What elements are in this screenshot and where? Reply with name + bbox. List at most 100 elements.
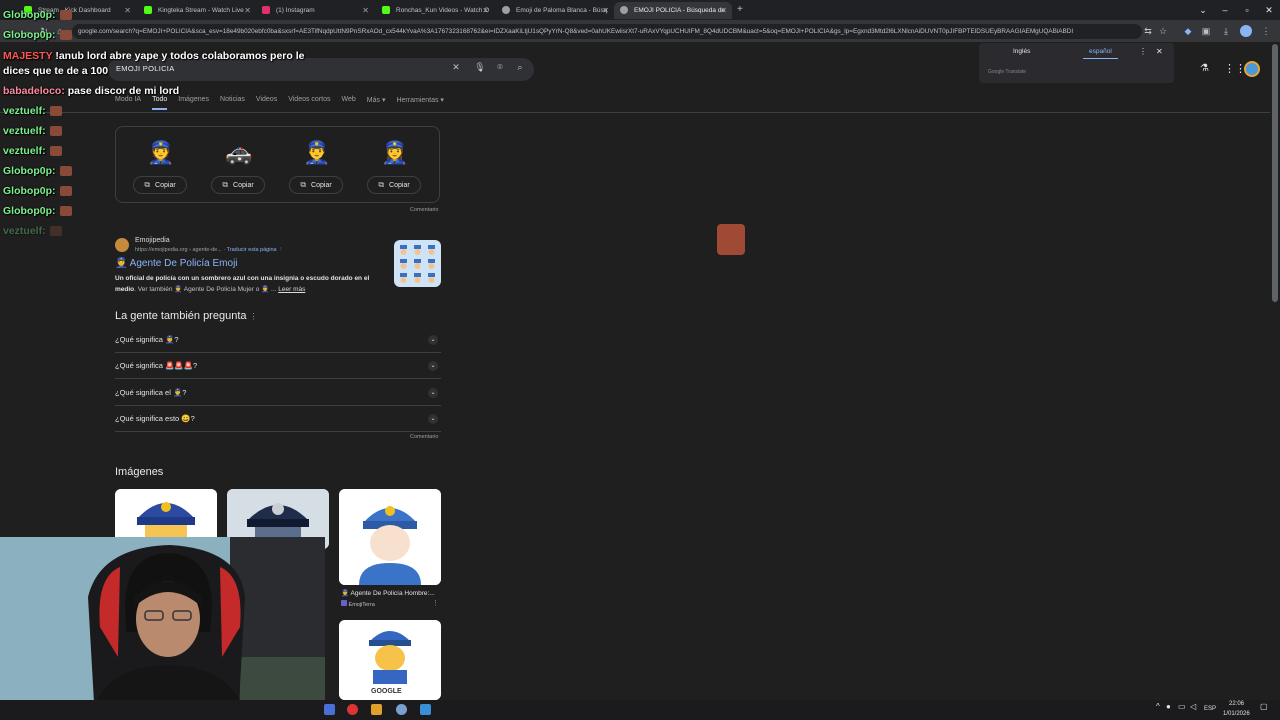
taskbar-app-icon[interactable] bbox=[324, 704, 335, 715]
chevron-down-icon[interactable]: ⌄ bbox=[428, 388, 438, 398]
maximize-icon[interactable]: ▫ bbox=[1236, 0, 1258, 20]
image-caption[interactable]: 👮 Agente De Policía Hombre:... bbox=[341, 589, 435, 597]
chat-user: Globop0p: bbox=[3, 165, 56, 177]
labs-flask-icon[interactable]: ⚗ bbox=[1200, 63, 1209, 74]
downloads-icon[interactable]: ⤓ bbox=[1220, 25, 1232, 37]
paa-question-text: ¿Qué significa el 👮‍♂️? bbox=[115, 388, 187, 397]
copy-button[interactable]: ⧉ Copiar bbox=[133, 176, 187, 194]
feedback-link[interactable]: Comentario bbox=[410, 434, 438, 440]
search-query[interactable]: EMOJI POLICIA bbox=[116, 64, 175, 73]
extension-icon[interactable]: ◆ bbox=[1182, 25, 1194, 37]
translate-page-link[interactable]: Traducir esta página bbox=[227, 247, 277, 253]
copy-button[interactable]: ⧉ Copiar bbox=[289, 176, 343, 194]
tab-images[interactable]: Imágenes bbox=[178, 96, 209, 110]
browser-tab[interactable]: (1) Instagram ✕ bbox=[256, 2, 374, 19]
microphone-icon[interactable]: 🎙 bbox=[474, 62, 486, 76]
bookmark-star-icon[interactable]: ☆ bbox=[1157, 25, 1169, 37]
volume-icon[interactable]: ◁ bbox=[1190, 702, 1196, 711]
clock-time[interactable]: 22:06 bbox=[1229, 701, 1244, 707]
copy-button[interactable]: ⧉ Copiar bbox=[367, 176, 421, 194]
image-result[interactable]: GOOGLE bbox=[339, 620, 441, 700]
paa-question[interactable]: ¿Qué significa 👮? ⌄ bbox=[115, 327, 441, 353]
account-avatar[interactable] bbox=[1244, 61, 1260, 77]
copy-button[interactable]: ⧉ Copiar bbox=[211, 176, 265, 194]
tab-short-videos[interactable]: Videos cortos bbox=[288, 96, 330, 110]
paa-question[interactable]: ¿Qué significa 🚨🚨🚨? ⌄ bbox=[115, 353, 441, 379]
tab-videos[interactable]: Videos bbox=[256, 96, 277, 110]
copy-label: Copiar bbox=[233, 181, 254, 189]
feedback-link[interactable]: Comentario bbox=[410, 207, 438, 213]
browser-tab[interactable]: Ronchas_Kun Videos - Watch O ✕ bbox=[376, 2, 494, 19]
image-result[interactable] bbox=[339, 489, 441, 585]
browser-tab[interactable]: Emoji de Paloma Blanca - Búsq ✕ bbox=[496, 2, 614, 19]
menu-icon[interactable]: ⋮ bbox=[1260, 25, 1272, 37]
result-site-name[interactable]: Emojipedia bbox=[135, 237, 170, 244]
taskbar-folder-icon[interactable] bbox=[371, 704, 382, 715]
emoji-police-man: 👮‍♂️ bbox=[303, 140, 331, 165]
translate-source-lang[interactable]: Inglés bbox=[1013, 48, 1030, 55]
tab-ai-mode[interactable]: Modo IA bbox=[115, 96, 141, 110]
translate-icon[interactable]: ⇆ bbox=[1142, 25, 1154, 37]
tab-web[interactable]: Web bbox=[342, 96, 356, 110]
emote-icon bbox=[59, 206, 72, 217]
more-options-icon[interactable]: ⋮ bbox=[1139, 47, 1147, 56]
address-bar[interactable]: google.com/search?q=EMOJI+POLICIA&sca_es… bbox=[72, 24, 1142, 39]
chevron-down-icon[interactable]: ⌄ bbox=[428, 361, 438, 371]
microphone-tray-icon[interactable]: ● bbox=[1166, 702, 1171, 711]
taskbar-app-icon[interactable] bbox=[347, 704, 358, 715]
taskbar-app-icon[interactable] bbox=[396, 704, 407, 715]
close-tab-icon[interactable]: ✕ bbox=[482, 2, 489, 19]
profile-avatar[interactable] bbox=[1240, 25, 1252, 37]
chat-message: veztuelf: bbox=[3, 145, 62, 157]
tab-tools[interactable]: Herramientas ▾ bbox=[396, 96, 443, 110]
lens-camera-icon[interactable]: ⌾ bbox=[494, 62, 506, 76]
result-title-link[interactable]: 👮 Agente De Policía Emoji bbox=[115, 258, 238, 269]
browser-tab[interactable]: Kingteka Stream - Watch Live ✕ bbox=[138, 2, 256, 19]
tab-more[interactable]: Más ▾ bbox=[367, 96, 386, 110]
tab-all[interactable]: Todo bbox=[152, 96, 168, 110]
extensions-puzzle-icon[interactable]: ▣ bbox=[1200, 25, 1212, 37]
paa-question[interactable]: ¿Qué significa el 👮‍♂️? ⌄ bbox=[115, 380, 441, 406]
close-tab-icon[interactable]: ✕ bbox=[602, 2, 609, 19]
chat-message: Globop0p: bbox=[3, 29, 72, 41]
overlay-emote bbox=[717, 224, 745, 255]
result-thumbnail[interactable] bbox=[394, 240, 441, 287]
tab-label: Emoji de Paloma Blanca - Búsq bbox=[516, 7, 608, 14]
network-icon[interactable]: ▭ bbox=[1178, 702, 1186, 711]
paa-question-text: ¿Qué significa 👮? bbox=[115, 335, 179, 344]
close-tab-icon[interactable]: ✕ bbox=[244, 2, 251, 19]
scrollbar[interactable] bbox=[1272, 44, 1278, 302]
close-icon[interactable]: ✕ bbox=[1156, 47, 1163, 56]
close-tab-icon[interactable]: ✕ bbox=[720, 2, 727, 19]
close-window-icon[interactable]: ✕ bbox=[1258, 0, 1280, 20]
clock-date[interactable]: 1/01/2026 bbox=[1223, 711, 1250, 717]
browser-tab-active[interactable]: EMOJI POLICIA - Búsqueda de ✕ bbox=[614, 2, 732, 19]
taskbar-app-icon[interactable] bbox=[420, 704, 431, 715]
apps-grid-icon[interactable]: ⋮⋮ bbox=[1224, 62, 1246, 75]
close-tab-icon[interactable]: ✕ bbox=[124, 2, 131, 19]
translate-target-lang[interactable]: español bbox=[1083, 48, 1118, 59]
minimize-icon[interactable]: – bbox=[1214, 0, 1236, 20]
new-tab-icon[interactable]: + bbox=[737, 4, 743, 15]
search-icon[interactable]: ⌕ bbox=[514, 62, 526, 76]
chevron-down-icon[interactable]: ⌄ bbox=[428, 414, 438, 424]
language-indicator[interactable]: ESP bbox=[1204, 706, 1216, 712]
chevron-down-icon[interactable]: ⌄ bbox=[428, 335, 438, 345]
read-more-link[interactable]: Leer más bbox=[278, 286, 305, 293]
tab-search-icon[interactable]: ⌄ bbox=[1192, 0, 1214, 20]
clear-icon[interactable]: ✕ bbox=[450, 62, 462, 76]
more-options-icon[interactable]: ⋮ bbox=[250, 312, 258, 321]
streamer-webcam-image bbox=[0, 537, 325, 720]
paa-question[interactable]: ¿Qué significa esto 😀? ⌄ bbox=[115, 406, 441, 432]
images-heading: Imágenes bbox=[115, 466, 164, 478]
result-url: https://emojipedia.org › agente-de... · … bbox=[135, 247, 284, 253]
more-options-icon[interactable]: ⋮ bbox=[432, 599, 439, 607]
chat-message: babadeloco: pase discor de mi lord bbox=[3, 85, 179, 97]
chat-message: Globop0p: bbox=[3, 165, 72, 177]
image-source: EmojiTerra bbox=[341, 600, 375, 608]
close-tab-icon[interactable]: ✕ bbox=[362, 2, 369, 19]
notifications-icon[interactable]: ▢ bbox=[1260, 702, 1268, 711]
tray-chevron-icon[interactable]: ^ bbox=[1156, 702, 1160, 711]
more-options-icon[interactable]: ⋮ bbox=[278, 247, 284, 253]
tab-news[interactable]: Noticias bbox=[220, 96, 245, 110]
